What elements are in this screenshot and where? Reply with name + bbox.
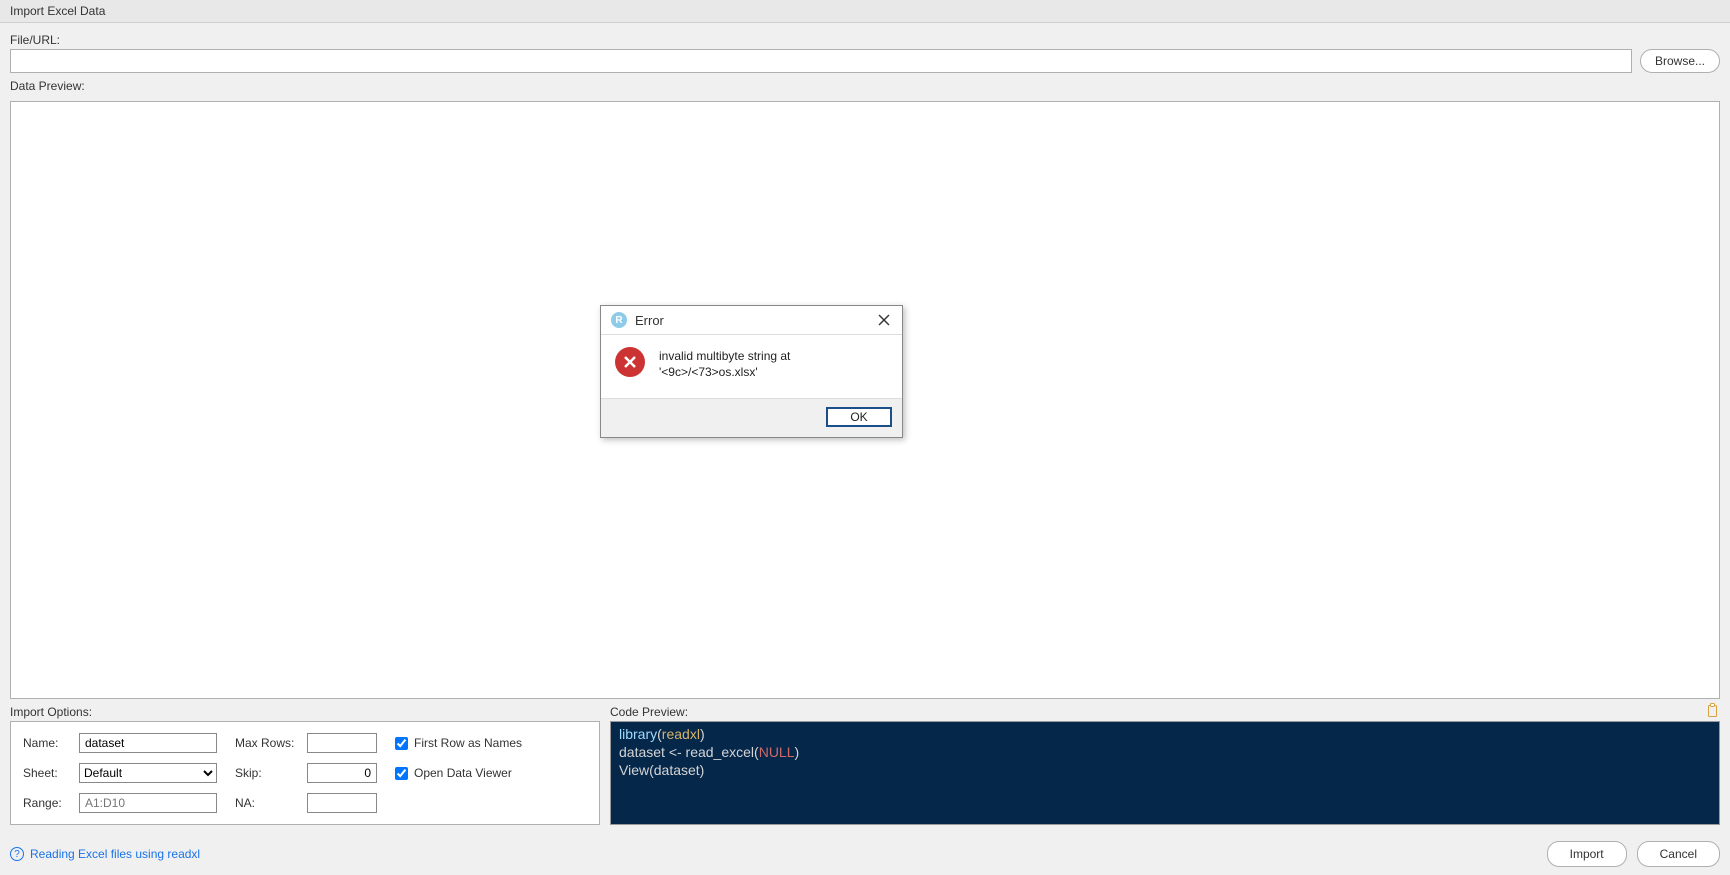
dialog-body: invalid multibyte string at '<9c>/<73>os…	[601, 335, 902, 398]
file-url-label: File/URL:	[10, 33, 1720, 47]
na-label: NA:	[235, 796, 299, 810]
na-input[interactable]	[307, 793, 377, 813]
code-token: dataset <- read_excel(	[619, 744, 759, 760]
close-icon[interactable]	[876, 312, 892, 328]
cancel-button[interactable]: Cancel	[1637, 841, 1720, 867]
code-token: library	[619, 726, 657, 742]
code-preview-label: Code Preview:	[610, 705, 1720, 719]
footer-buttons: Import Cancel	[1547, 841, 1720, 867]
dialog-titlebar: R Error	[601, 306, 902, 335]
code-preview-box[interactable]: library(readxl) dataset <- read_excel(NU…	[610, 721, 1720, 825]
error-icon	[615, 347, 645, 377]
skip-label: Skip:	[235, 766, 299, 780]
maxrows-input[interactable]	[307, 733, 377, 753]
range-label: Range:	[23, 796, 71, 810]
file-url-section: File/URL: Browse...	[10, 33, 1720, 73]
first-row-checkbox-label[interactable]: First Row as Names	[414, 736, 522, 750]
clipboard-icon[interactable]	[1704, 703, 1720, 719]
file-url-input[interactable]	[10, 49, 1632, 73]
code-token: readxl	[662, 726, 700, 742]
window-title: Import Excel Data	[0, 0, 1730, 23]
sheet-select[interactable]: Default	[79, 763, 217, 783]
help-icon: ?	[10, 847, 24, 861]
options-col-3: First Row as Names Open Data Viewer	[395, 732, 522, 816]
footer: ? Reading Excel files using readxl Impor…	[0, 835, 1730, 875]
lower-row: Import Options: Name: Sheet: Default	[10, 705, 1720, 825]
import-options-section: Import Options: Name: Sheet: Default	[10, 705, 600, 825]
file-url-row: Browse...	[10, 49, 1720, 73]
code-token: )	[795, 744, 800, 760]
import-button[interactable]: Import	[1547, 841, 1627, 867]
code-token: )	[700, 726, 705, 742]
sheet-label: Sheet:	[23, 766, 71, 780]
dialog-title-text: Error	[635, 313, 664, 328]
ok-button[interactable]: OK	[826, 407, 892, 427]
range-input[interactable]	[79, 793, 217, 813]
first-row-checkbox[interactable]	[395, 737, 408, 750]
browse-button[interactable]: Browse...	[1640, 49, 1720, 73]
rstudio-icon: R	[611, 312, 627, 328]
help-link[interactable]: ? Reading Excel files using readxl	[10, 847, 200, 861]
code-token: View(dataset)	[619, 762, 704, 778]
name-input[interactable]	[79, 733, 217, 753]
options-col-2: Max Rows: Skip: NA:	[235, 732, 377, 816]
skip-input[interactable]	[307, 763, 377, 783]
open-viewer-checkbox-label[interactable]: Open Data Viewer	[414, 766, 512, 780]
dialog-footer: OK	[601, 398, 902, 437]
code-preview-section: Code Preview: library(readxl) dataset <-…	[610, 705, 1720, 825]
code-token: NULL	[759, 744, 795, 760]
open-viewer-checkbox[interactable]	[395, 767, 408, 780]
options-col-1: Name: Sheet: Default Range:	[23, 732, 217, 816]
dialog-message: invalid multibyte string at '<9c>/<73>os…	[659, 347, 888, 380]
maxrows-label: Max Rows:	[235, 736, 299, 750]
import-options-box: Name: Sheet: Default Range:	[10, 721, 600, 825]
error-dialog: R Error invalid multibyte string at '<9c…	[600, 305, 903, 438]
data-preview-label: Data Preview:	[10, 79, 1720, 93]
name-label: Name:	[23, 736, 71, 750]
import-options-label: Import Options:	[10, 705, 600, 719]
help-link-text: Reading Excel files using readxl	[30, 847, 200, 861]
